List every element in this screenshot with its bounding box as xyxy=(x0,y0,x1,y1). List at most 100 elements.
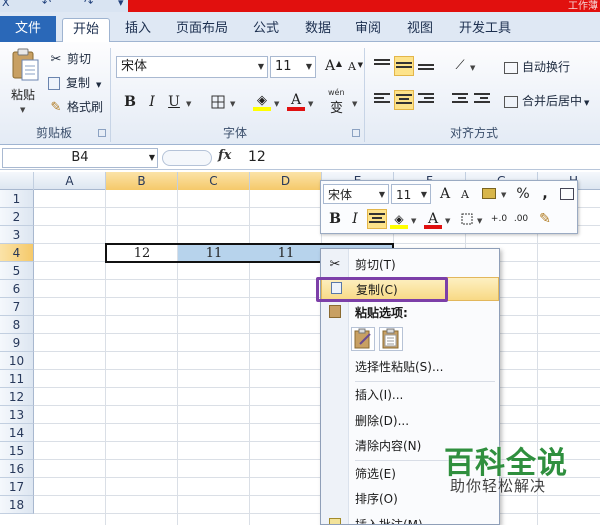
row-header[interactable]: 12 xyxy=(0,388,34,406)
mini-font-color-dropdown-icon[interactable]: ▼ xyxy=(445,217,450,225)
row-header[interactable]: 4 xyxy=(0,244,34,262)
merge-center-button[interactable]: 合并后居中 ▼ xyxy=(504,90,589,112)
clipboard-launcher-icon[interactable] xyxy=(98,129,106,137)
row-header[interactable]: 3 xyxy=(0,226,34,244)
column-header-d[interactable]: D xyxy=(250,172,322,190)
font-color-dropdown-icon[interactable]: ▼ xyxy=(308,100,313,108)
borders-button[interactable] xyxy=(208,92,228,112)
name-box[interactable]: B4 ▼ xyxy=(2,148,158,168)
row-header[interactable]: 11 xyxy=(0,370,34,388)
mini-format-painter-button[interactable]: ✎ xyxy=(535,209,555,229)
tab-review[interactable]: 审阅 xyxy=(346,18,390,42)
italic-button[interactable]: I xyxy=(142,92,162,112)
select-all-corner[interactable] xyxy=(0,172,34,190)
row-header[interactable]: 8 xyxy=(0,316,34,334)
paste-button[interactable]: 粘贴 ▼ xyxy=(6,46,42,120)
mini-align-center-button[interactable] xyxy=(367,209,387,229)
customize-quick-access-icon[interactable]: ▾ xyxy=(118,0,124,9)
formula-bar-splitter[interactable] xyxy=(162,150,212,166)
menu-item-paste-special[interactable]: 选择性粘贴(S)... xyxy=(321,355,499,379)
mini-percent-button[interactable]: % xyxy=(513,184,533,204)
mini-italic-button[interactable]: I xyxy=(345,209,365,229)
underline-button[interactable]: U xyxy=(164,92,184,112)
menu-item-insert[interactable]: 插入(I)... xyxy=(321,383,499,407)
paste-dropdown-icon[interactable]: ▼ xyxy=(20,106,25,114)
tab-page-layout[interactable]: 页面布局 xyxy=(166,18,238,42)
mini-borders-button[interactable] xyxy=(457,209,477,229)
mini-font-size-combo[interactable]: 11 ▼ xyxy=(391,184,431,204)
row-header[interactable]: 14 xyxy=(0,424,34,442)
mini-number-format-button[interactable] xyxy=(479,184,499,204)
column-header-a[interactable]: A xyxy=(34,172,106,190)
align-left-button[interactable] xyxy=(372,90,392,110)
undo-icon[interactable]: ↶ xyxy=(42,0,51,9)
menu-item-insert-comment[interactable]: 插入批注(M) xyxy=(321,513,499,524)
row-header[interactable]: 6 xyxy=(0,280,34,298)
merge-dropdown-icon[interactable]: ▼ xyxy=(584,99,589,107)
copy-button[interactable]: 复制 ▼ xyxy=(48,72,101,94)
tab-data[interactable]: 数据 xyxy=(296,18,340,42)
fill-color-dropdown-icon[interactable]: ▼ xyxy=(274,100,279,108)
align-middle-button[interactable] xyxy=(394,56,414,76)
mini-fill-dropdown-icon[interactable]: ▼ xyxy=(411,217,416,225)
paste-option-button[interactable] xyxy=(351,327,375,351)
cell-b4[interactable]: 12 xyxy=(106,245,178,262)
row-header[interactable]: 2 xyxy=(0,208,34,226)
font-color-button[interactable]: A xyxy=(286,90,306,111)
paste-values-option-button[interactable] xyxy=(379,327,403,351)
formula-input[interactable]: 12 xyxy=(248,149,266,165)
font-size-combo[interactable]: 11 ▼ xyxy=(270,56,316,78)
row-header[interactable]: 16 xyxy=(0,460,34,478)
borders-dropdown-icon[interactable]: ▼ xyxy=(230,100,235,108)
cut-button[interactable]: ✂ 剪切 xyxy=(48,48,91,70)
mini-font-color-button[interactable]: A xyxy=(423,209,443,229)
underline-dropdown-icon[interactable]: ▼ xyxy=(186,100,191,108)
number-format-dropdown-icon[interactable]: ▼ xyxy=(501,191,506,199)
grow-font-button[interactable]: A ▲ xyxy=(320,56,342,76)
align-bottom-button[interactable] xyxy=(416,56,436,76)
tab-view[interactable]: 视图 xyxy=(398,18,442,42)
mini-merge-button[interactable] xyxy=(557,184,577,204)
row-header[interactable]: 5 xyxy=(0,262,34,280)
shrink-font-button[interactable]: A ▼ xyxy=(342,57,363,77)
align-top-button[interactable] xyxy=(372,56,392,76)
mini-fill-color-button[interactable]: ◈ xyxy=(389,209,409,229)
font-name-combo[interactable]: 宋体 ▼ xyxy=(116,56,268,78)
column-header-c[interactable]: C xyxy=(178,172,250,190)
column-header-b[interactable]: B xyxy=(106,172,178,190)
tab-developer[interactable]: 开发工具 xyxy=(452,18,518,42)
mini-bold-button[interactable]: B xyxy=(325,209,345,229)
menu-item-cut[interactable]: ✂ 剪切(T) xyxy=(321,253,499,277)
tab-file[interactable]: 文件 xyxy=(0,16,56,42)
mini-font-name-combo[interactable]: 宋体 ▼ xyxy=(323,184,389,204)
wrap-text-button[interactable]: 自动换行 xyxy=(504,56,570,78)
mini-grow-font-button[interactable]: A xyxy=(435,184,455,204)
excel-logo-icon[interactable]: X xyxy=(2,0,10,9)
increase-indent-button[interactable] xyxy=(472,90,492,110)
fill-color-button[interactable]: ◈ xyxy=(252,90,272,111)
row-header[interactable]: 15 xyxy=(0,442,34,460)
row-header[interactable]: 18 xyxy=(0,496,34,514)
align-center-button[interactable] xyxy=(394,90,414,110)
format-painter-button[interactable]: ✎ 格式刷 xyxy=(48,96,103,118)
font-launcher-icon[interactable] xyxy=(352,129,360,137)
tab-insert[interactable]: 插入 xyxy=(116,18,160,42)
phonetic-button[interactable]: wén 变 xyxy=(326,88,352,116)
mini-comma-button[interactable]: , xyxy=(535,184,555,204)
row-header[interactable]: 10 xyxy=(0,352,34,370)
tab-home[interactable]: 开始 xyxy=(62,18,110,43)
row-header[interactable]: 13 xyxy=(0,406,34,424)
row-header[interactable]: 17 xyxy=(0,478,34,496)
menu-item-delete[interactable]: 删除(D)... xyxy=(321,409,499,433)
copy-dropdown-icon[interactable]: ▼ xyxy=(96,81,101,89)
phonetic-dropdown-icon[interactable]: ▼ xyxy=(352,100,357,108)
insert-function-icon[interactable]: fx xyxy=(218,148,231,163)
row-header[interactable]: 1 xyxy=(0,190,34,208)
redo-icon[interactable]: ↷ xyxy=(84,0,93,9)
mini-borders-dropdown-icon[interactable]: ▼ xyxy=(477,217,482,225)
mini-increase-decimal-button[interactable]: +.0 xyxy=(489,209,509,229)
cell-c4[interactable]: 11 xyxy=(178,245,250,262)
mini-shrink-font-button[interactable]: A xyxy=(455,185,475,205)
tab-formulas[interactable]: 公式 xyxy=(244,18,288,42)
align-right-button[interactable] xyxy=(416,90,436,110)
